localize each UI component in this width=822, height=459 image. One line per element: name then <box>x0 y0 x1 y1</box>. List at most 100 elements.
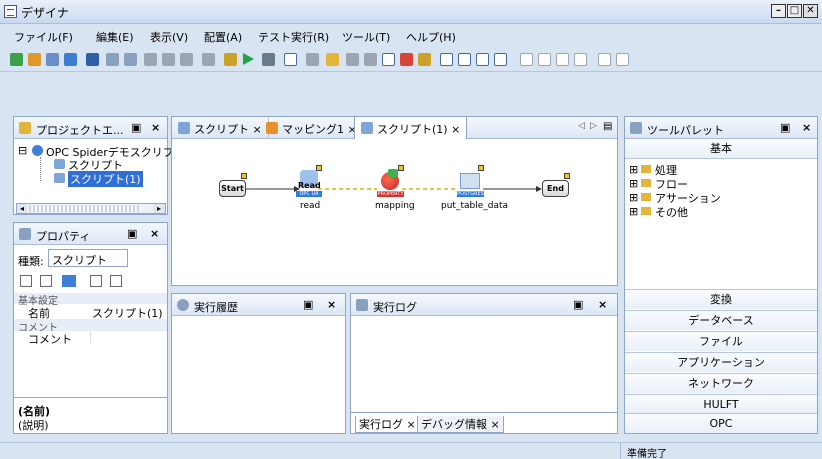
close-icon[interactable]: × <box>327 298 336 311</box>
align-middle-icon[interactable] <box>520 53 533 66</box>
tree-expand-toggle[interactable]: ⊞ <box>629 177 638 190</box>
menu-edit[interactable]: 編集(E) <box>96 29 134 45</box>
menu-help[interactable]: ヘルプ(H) <box>406 29 456 45</box>
divider <box>351 412 617 413</box>
same-height-icon[interactable] <box>616 53 629 66</box>
tab-list-icon[interactable]: ▤ <box>603 121 612 132</box>
tab-execution-log[interactable]: 実行ログ × <box>355 416 420 433</box>
new-project-icon[interactable] <box>10 53 23 66</box>
minimize-button[interactable]: – <box>771 4 786 18</box>
start-node[interactable]: Start <box>219 180 246 197</box>
tab-scroll-right-icon[interactable]: ▷ <box>590 121 597 131</box>
palette-application-label: アプリケーション <box>677 356 765 369</box>
import-icon[interactable] <box>64 53 77 66</box>
restore-icon[interactable]: ▣ <box>131 121 141 134</box>
tree-item-script-1[interactable]: スクリプト(1) <box>68 171 143 187</box>
menu-arrange[interactable]: 配置(A) <box>204 29 242 45</box>
document-icon[interactable] <box>346 53 359 66</box>
palette-file[interactable]: ファイル <box>625 331 817 351</box>
grid-icon[interactable] <box>284 53 297 66</box>
restore-icon[interactable]: ▣ <box>303 298 313 311</box>
palette-network[interactable]: ネットワーク <box>625 373 817 393</box>
new-icon[interactable] <box>28 53 41 66</box>
link-icon[interactable] <box>202 53 215 66</box>
sort-icon[interactable] <box>40 275 52 287</box>
debug-icon[interactable] <box>224 53 237 66</box>
tab-script-1[interactable]: スクリプト(1) × <box>354 117 468 139</box>
mapping-tag: PROPERTY <box>377 191 404 197</box>
distribute-h-icon[interactable] <box>556 53 569 66</box>
palette-opc[interactable]: OPC <box>625 413 817 433</box>
restore-icon[interactable]: ▣ <box>127 227 137 240</box>
divider <box>90 331 91 343</box>
tree-expand-toggle[interactable]: ⊞ <box>629 191 638 204</box>
align-top-icon[interactable] <box>494 53 507 66</box>
palette-hulft[interactable]: HULFT <box>625 394 817 414</box>
folder-icon[interactable] <box>326 53 339 66</box>
restore-icon[interactable]: ▣ <box>573 298 583 311</box>
close-icon[interactable]: × <box>150 227 159 240</box>
close-icon[interactable]: × <box>598 298 607 311</box>
palette-application[interactable]: アプリケーション <box>625 352 817 372</box>
tree-collapse-toggle[interactable]: ⊟ <box>18 144 27 157</box>
menu-view[interactable]: 表示(V) <box>150 29 188 45</box>
project-explorer-panel: プロジェクトエ... ▣ × ⊟ OPC Spiderデモスクリプ スクリプト … <box>13 116 174 215</box>
filter-icon[interactable] <box>62 275 76 287</box>
scroll-right-icon[interactable]: ▸ <box>153 204 165 213</box>
palette-basic[interactable]: 基本 <box>625 139 817 159</box>
tab-script[interactable]: スクリプト × <box>172 117 269 139</box>
align-center-icon[interactable] <box>458 53 471 66</box>
category-view-icon[interactable] <box>20 275 32 287</box>
close-button[interactable]: ✕ <box>803 4 818 18</box>
close-icon[interactable]: × <box>802 121 811 134</box>
close-icon[interactable]: × <box>151 121 160 134</box>
desc-text: (説明) <box>18 419 49 432</box>
palette-item-other[interactable]: その他 <box>655 204 688 220</box>
scroll-track[interactable] <box>29 205 141 212</box>
tab-scroll-left-icon[interactable]: ◁ <box>578 121 585 131</box>
open-icon[interactable] <box>46 53 59 66</box>
restore-icon[interactable]: ▣ <box>780 121 790 134</box>
put-table-node-icon[interactable] <box>460 173 480 189</box>
scroll-left-icon[interactable]: ◂ <box>17 204 27 213</box>
tab-mapping[interactable]: マッピング1 × <box>260 117 364 139</box>
maximize-button[interactable]: □ <box>787 4 802 18</box>
align-bottom-icon[interactable] <box>538 53 551 66</box>
stop-icon[interactable] <box>262 53 275 66</box>
redo-icon[interactable] <box>124 53 137 66</box>
palette-convert[interactable]: 変換 <box>625 289 817 309</box>
table-icon[interactable] <box>382 53 395 66</box>
tree-expand-toggle[interactable]: ⊞ <box>629 163 638 176</box>
end-node[interactable]: End <box>542 180 569 197</box>
horizontal-scrollbar[interactable]: ◂ ▸ <box>16 203 166 214</box>
undo-icon[interactable] <box>106 53 119 66</box>
collapse-icon[interactable] <box>110 275 122 287</box>
tree-expand-toggle[interactable]: ⊞ <box>629 205 638 218</box>
menu-tools[interactable]: ツール(T) <box>342 29 390 45</box>
run-icon[interactable] <box>243 53 254 65</box>
toolbar <box>0 46 822 72</box>
tool-icon[interactable] <box>306 53 319 66</box>
menu-file[interactable]: ファイル(F) <box>14 29 73 45</box>
paste-icon[interactable] <box>180 53 193 66</box>
tab-debug-info[interactable]: デバッグ情報 × <box>417 416 504 433</box>
distribute-v-icon[interactable] <box>574 53 587 66</box>
menu-test-run[interactable]: テスト実行(R) <box>258 29 329 45</box>
diagram-canvas[interactable] <box>172 139 617 285</box>
expand-icon[interactable] <box>90 275 102 287</box>
node-label-mapping: mapping <box>375 201 415 211</box>
copy-icon[interactable] <box>162 53 175 66</box>
cut-icon[interactable] <box>144 53 157 66</box>
align-right-icon[interactable] <box>476 53 489 66</box>
save-icon[interactable] <box>86 53 99 66</box>
bug-icon[interactable] <box>418 53 431 66</box>
calendar-icon[interactable] <box>400 53 413 66</box>
palette-database[interactable]: データベース <box>625 310 817 330</box>
kind-field[interactable]: スクリプト <box>48 249 128 267</box>
same-width-icon[interactable] <box>598 53 611 66</box>
section-comment: コメント <box>14 319 167 334</box>
tool-palette-title: ツールパレット <box>647 124 724 137</box>
menu-bar: ファイル(F) 編集(E) 表示(V) 配置(A) テスト実行(R) ツール(T… <box>0 24 822 46</box>
align-left-icon[interactable] <box>440 53 453 66</box>
script-icon[interactable] <box>364 53 377 66</box>
